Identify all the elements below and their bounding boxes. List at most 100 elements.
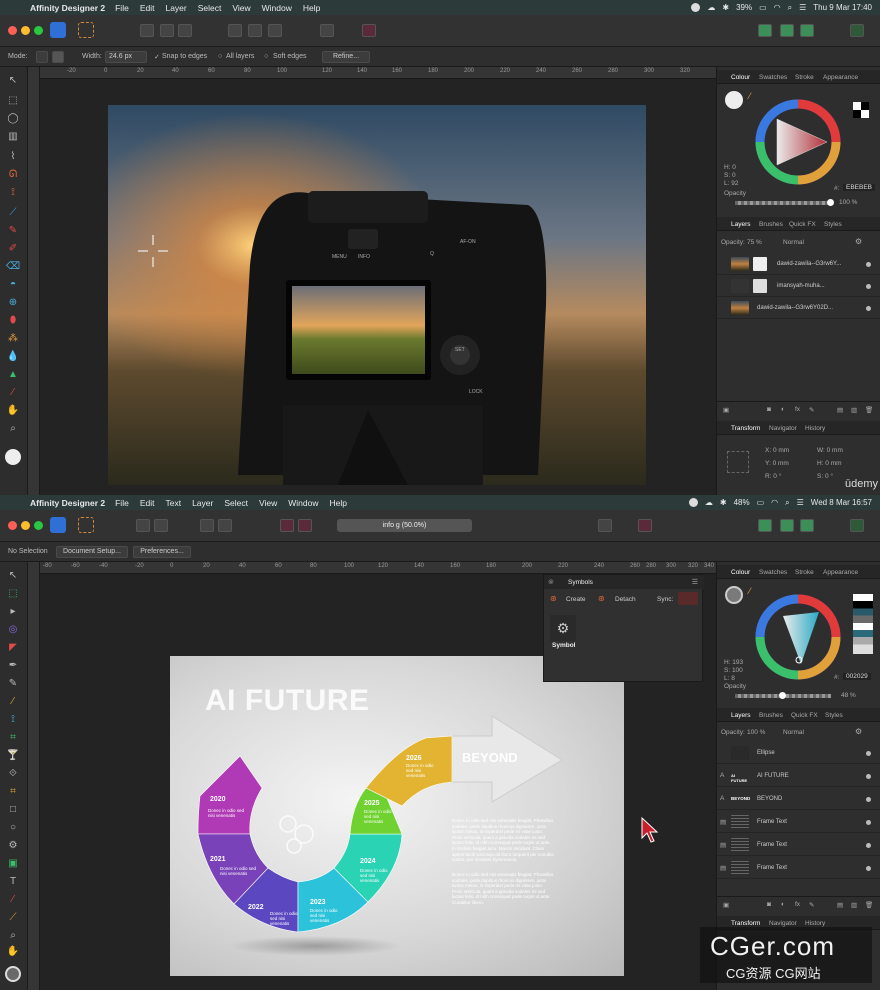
soft-edges-checkbox[interactable]: ○ [264, 53, 268, 60]
snapping-toggle[interactable] [638, 519, 652, 532]
shape-builder-icon[interactable]: ⌗ [6, 786, 20, 798]
ellipse-marquee-icon[interactable]: ◯ [6, 113, 20, 125]
menu-view[interactable]: View [232, 3, 250, 13]
layers-footer-icon-1[interactable]: ▣ [723, 901, 729, 909]
toolbar-button-8[interactable] [758, 24, 772, 37]
account-icon[interactable] [850, 519, 864, 532]
toolbar-button-9[interactable] [780, 24, 794, 37]
pixel-persona-icon[interactable] [78, 22, 94, 38]
tab-brushes[interactable]: Brushes [759, 712, 783, 719]
hex-field[interactable]: 002029 [843, 673, 871, 680]
tab-layers[interactable]: Layers [731, 221, 751, 228]
zoom-window-icon[interactable] [34, 521, 43, 530]
menu-view[interactable]: View [259, 498, 277, 508]
cog-shape-icon[interactable]: ⚙ [6, 840, 20, 852]
swatch-black-2[interactable] [853, 110, 861, 118]
color-picker-icon[interactable]: ⁄ [6, 387, 20, 399]
tab-quick-fx[interactable]: Quick FX [791, 712, 818, 719]
eyedropper-icon[interactable]: ⁄ [749, 586, 751, 596]
document-tab[interactable]: info g (50.0%) [337, 519, 472, 532]
layer-visibility-toggle[interactable] [866, 866, 871, 871]
menu-window[interactable]: Window [288, 498, 318, 508]
minimize-window-icon[interactable] [21, 521, 30, 530]
minimize-window-icon[interactable] [21, 26, 30, 35]
color-wheel[interactable] [753, 592, 843, 682]
layer-row[interactable]: A AI FUTURE AI FUTURE [717, 765, 880, 787]
preferences-button[interactable]: Preferences... [133, 546, 191, 558]
toolbar-button-4[interactable] [228, 24, 242, 37]
create-symbol-button[interactable]: Create [566, 596, 586, 603]
pencil-icon[interactable]: ✎ [6, 678, 20, 690]
tab-history[interactable]: History [805, 425, 825, 432]
mode-button-2[interactable] [52, 51, 64, 63]
brush-layer-icon[interactable]: ✎ [809, 406, 814, 414]
search-icon[interactable]: ⌕ [788, 3, 792, 13]
close-window-icon[interactable] [8, 521, 17, 530]
toolbar-button-6[interactable] [298, 519, 312, 532]
fill-stroke-swatch[interactable] [5, 966, 21, 982]
hand-icon[interactable]: ✋ [6, 405, 20, 417]
layer-visibility-toggle[interactable] [866, 820, 871, 825]
layer-visibility-toggle[interactable] [866, 284, 871, 289]
layer-row[interactable]: dawid-zawila--G3rw6Y... [717, 253, 880, 275]
toolbar-button-3[interactable] [178, 24, 192, 37]
layer-settings-icon[interactable]: ⚙ [855, 237, 862, 246]
toolbar-button-2[interactable] [154, 519, 168, 532]
sync-toggle[interactable] [678, 592, 698, 605]
transparency-icon[interactable]: ⌗ [6, 732, 20, 744]
layer-row[interactable]: dawid-zawila--G3rw6Y02D... [717, 297, 880, 319]
delete-layer-icon[interactable]: 🗑 [865, 406, 873, 414]
tab-transform[interactable]: Transform [731, 920, 760, 927]
column-marquee-icon[interactable]: ▥ [6, 131, 20, 143]
dodge-icon[interactable]: ◓ [6, 279, 20, 291]
point-transform-icon[interactable]: ◤ [6, 642, 20, 654]
zoom-blur-icon[interactable]: ⊕ [6, 297, 20, 309]
place-image-icon[interactable]: 🍸 [6, 750, 20, 762]
layer-settings-icon[interactable]: ⚙ [855, 727, 862, 736]
toolbar-button-2[interactable] [160, 24, 174, 37]
fill-icon[interactable]: ⬮ [6, 315, 20, 327]
vector-brush-icon[interactable]: ⁄ [6, 696, 20, 708]
pixel-persona-icon[interactable] [78, 517, 94, 533]
move-tool-icon[interactable]: ↖ [6, 75, 20, 87]
tab-history[interactable]: History [805, 920, 825, 927]
all-layers-checkbox[interactable]: ○ [218, 53, 222, 60]
canvas-area[interactable]: MENU INFO Q AF-ON SET LOCK [40, 79, 716, 495]
hex-field[interactable]: EBEBEB [843, 184, 876, 191]
symbols-close-icon[interactable]: ⊗ [548, 578, 554, 586]
menu-select[interactable]: Select [198, 3, 222, 13]
menu-edit[interactable]: Edit [140, 498, 155, 508]
rectangle-tool-icon[interactable]: □ [6, 804, 20, 816]
toolbar-button-4[interactable] [218, 519, 232, 532]
zoom-icon[interactable]: ⌕ [6, 930, 20, 942]
erase-brush-icon[interactable]: ⌫ [6, 261, 20, 273]
layer-row[interactable]: imansyah-muha... [717, 275, 880, 297]
selection-brush-icon[interactable]: ⟟ [6, 187, 20, 199]
layer-row[interactable]: A BEYOND BEYOND [717, 788, 880, 810]
symbols-menu-icon[interactable]: ☰ [692, 578, 698, 586]
opacity-slider-handle[interactable] [779, 692, 786, 699]
tab-styles[interactable]: Styles [825, 712, 843, 719]
account-icon[interactable] [850, 24, 864, 37]
ellipse-tool-icon[interactable]: ○ [6, 822, 20, 834]
tab-stroke[interactable]: Stroke [795, 74, 814, 81]
swatch-black[interactable] [861, 102, 869, 110]
detach-symbol-icon[interactable]: ⊛ [598, 594, 605, 603]
tab-quick-fx[interactable]: Quick FX [789, 221, 816, 228]
color-picker-icon[interactable]: ⁄ [6, 894, 20, 906]
toolbar-button-10[interactable] [800, 519, 814, 532]
tab-brushes[interactable]: Brushes [759, 221, 783, 228]
artistic-text-icon[interactable]: T [6, 876, 20, 888]
artboard-icon[interactable]: ⬚ [6, 588, 20, 600]
opacity-value[interactable]: 48 % [841, 692, 856, 699]
brush-layer-icon[interactable]: ✎ [809, 901, 814, 909]
opacity-slider-handle[interactable] [827, 199, 834, 206]
transform-w[interactable]: W: 0 mm [817, 447, 843, 454]
layer-row[interactable]: ▤ Frame Text [717, 834, 880, 856]
battery-icon[interactable]: ▭ [759, 3, 767, 12]
bluetooth-icon[interactable]: ✱ [722, 3, 729, 12]
toolbar-button-5[interactable] [248, 24, 262, 37]
layer-row[interactable]: Ellipse [717, 742, 880, 764]
photo-artboard[interactable] [108, 105, 646, 485]
menu-edit[interactable]: Edit [140, 3, 155, 13]
